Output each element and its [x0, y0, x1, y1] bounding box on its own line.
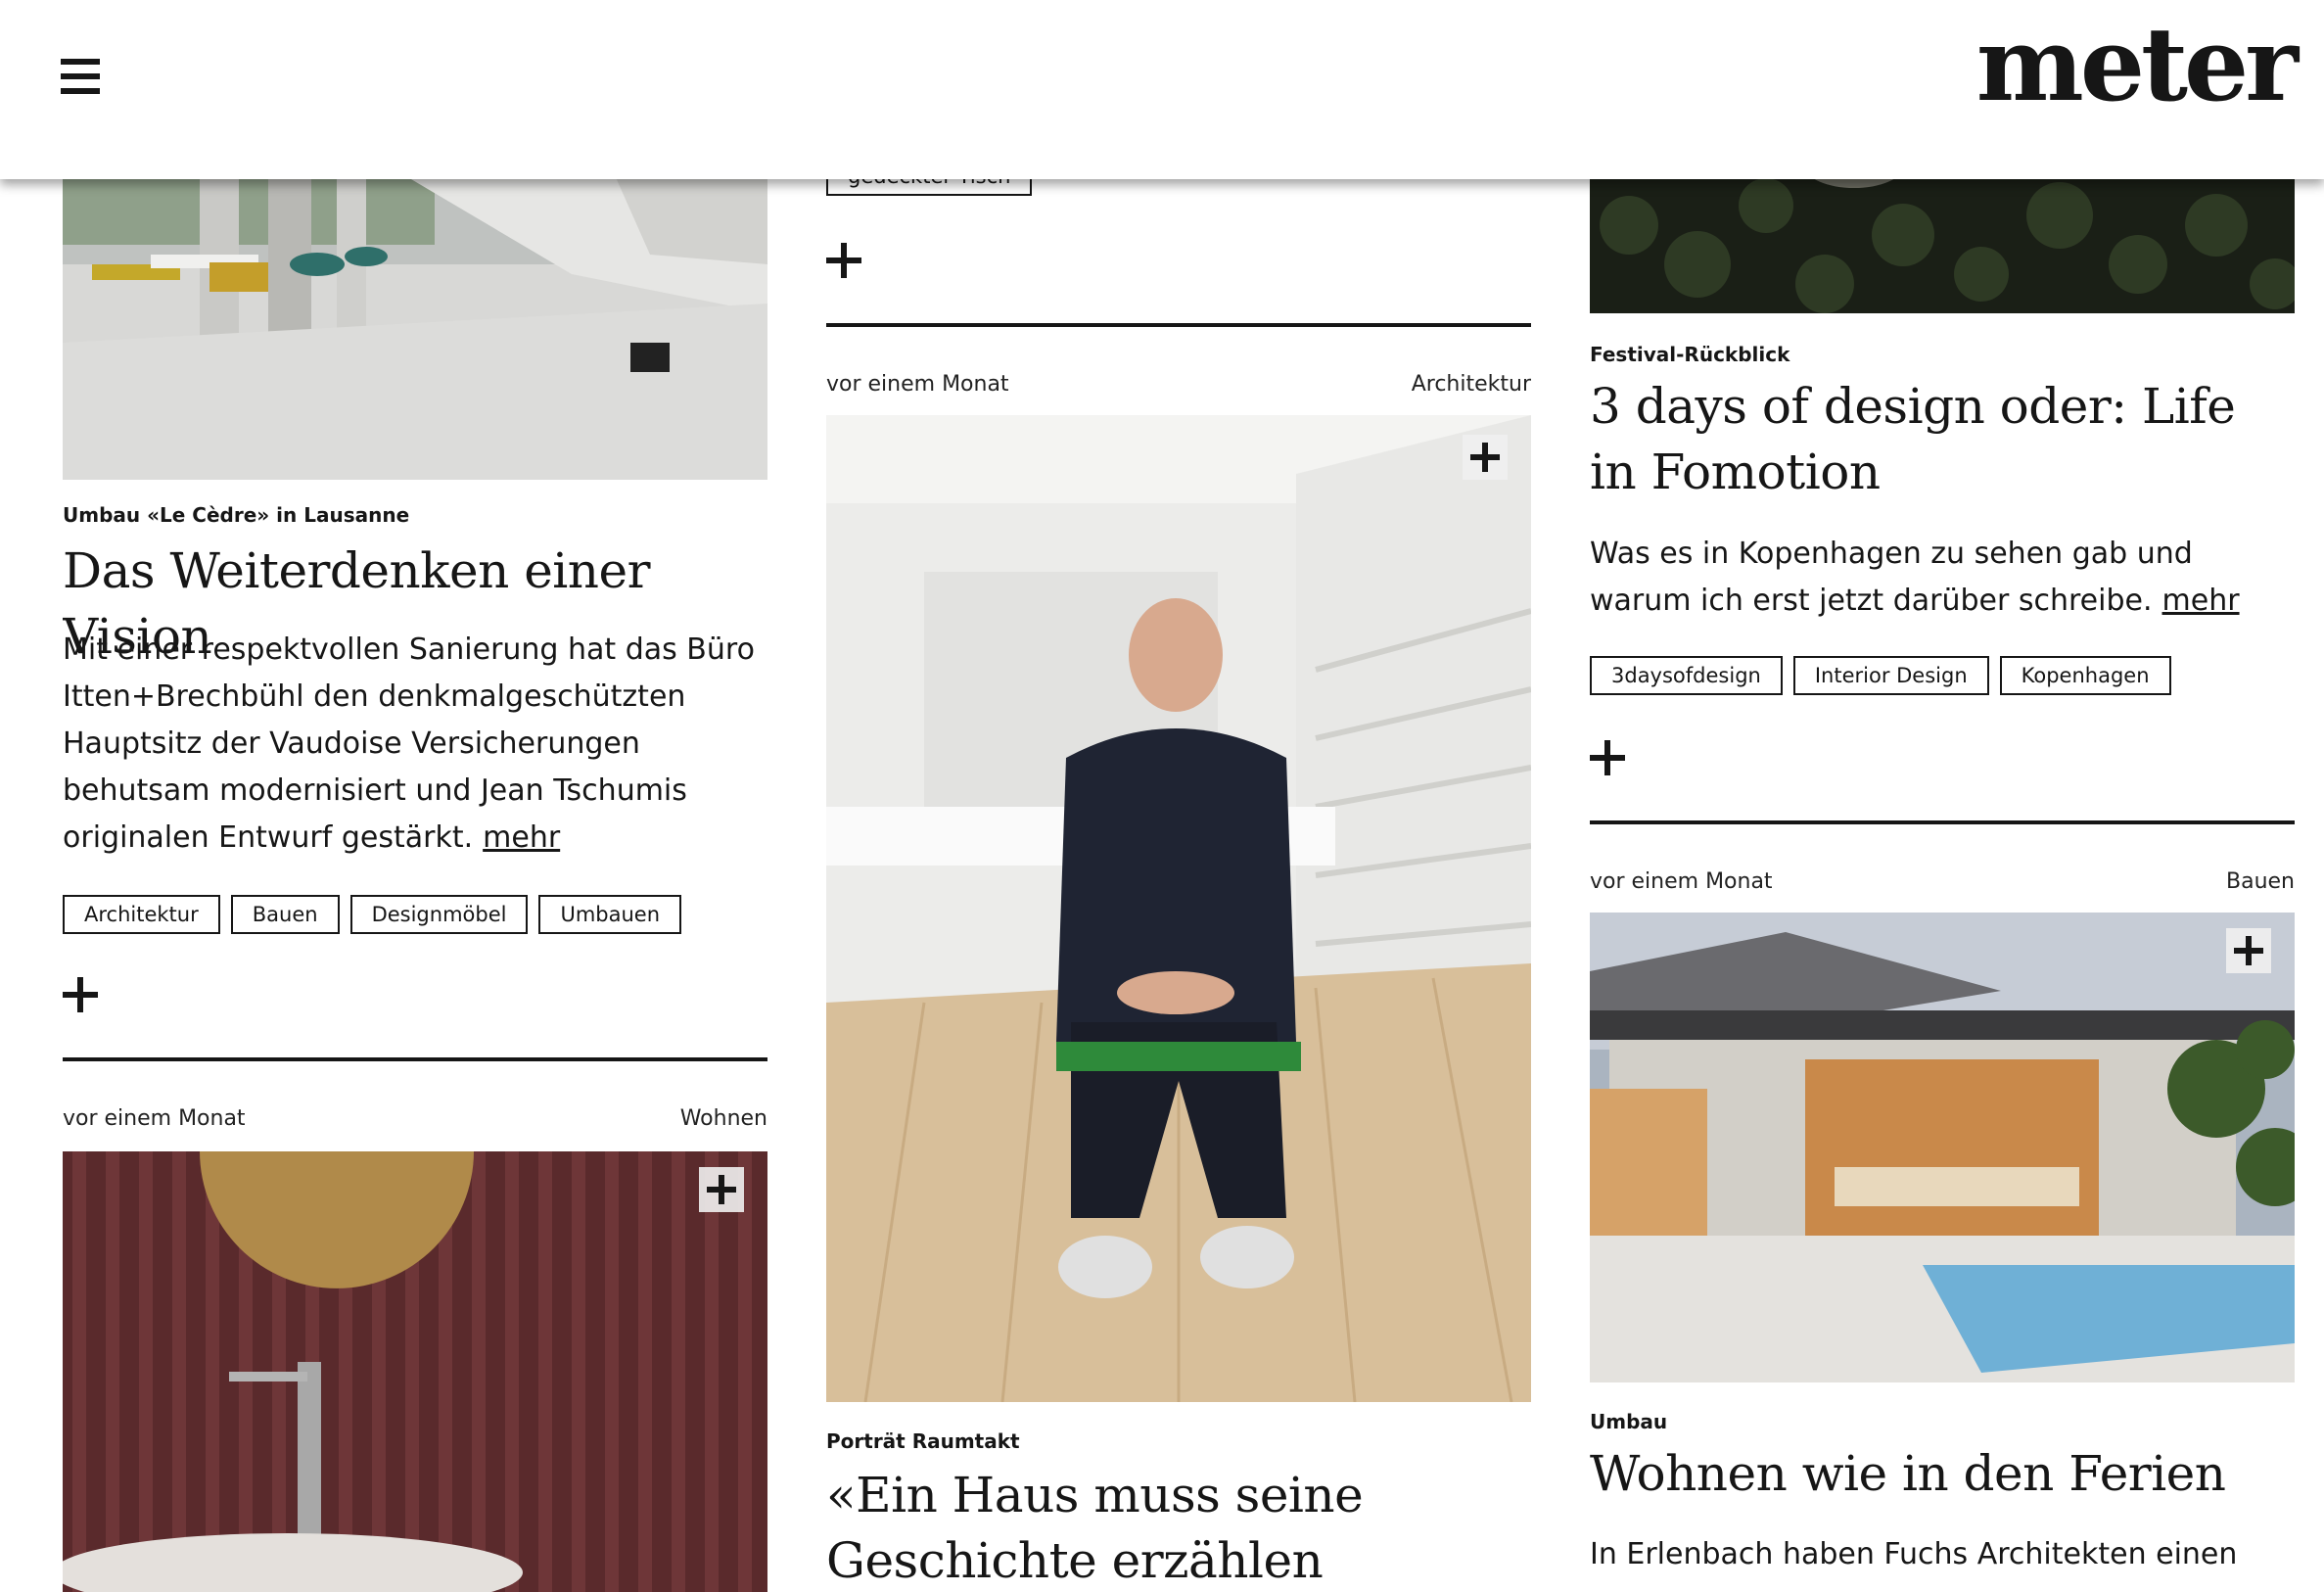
more-link[interactable]: mehr — [483, 820, 560, 855]
divider — [826, 323, 1531, 327]
article-teaser: Mit einer respektvollen Sanierung hat da… — [63, 627, 767, 862]
tag-list: Architektur Bauen Designmöbel Umbauen — [63, 895, 682, 934]
hamburger-menu-icon[interactable] — [61, 59, 100, 94]
save-plus-icon[interactable] — [699, 1167, 744, 1212]
article-title[interactable]: «Ein Haus muss seine Geschichte erzählen… — [826, 1463, 1531, 1592]
tag-umbauen[interactable]: Umbauen — [538, 895, 682, 934]
article-title[interactable]: Wohnen wie in den Ferien — [1590, 1441, 2295, 1507]
article-teaser: Was es in Kopenhagen zu sehen gab und wa… — [1590, 531, 2295, 625]
save-plus-icon[interactable] — [2226, 928, 2271, 973]
more-link[interactable]: mehr — [2162, 584, 2240, 618]
article-image-lobby[interactable] — [63, 147, 767, 480]
tag-bauen[interactable]: Bauen — [230, 895, 340, 934]
article-teaser-text: Was es in Kopenhagen zu sehen gab und wa… — [1590, 537, 2193, 618]
article-kicker: Porträt Raumtakt — [826, 1429, 1020, 1453]
expand-plus-icon[interactable] — [63, 977, 98, 1012]
article-date: vor einem Monat — [1590, 869, 1773, 894]
tag-architektur[interactable]: Architektur — [63, 895, 220, 934]
site-logo[interactable]: meter — [1976, 14, 2299, 116]
article-image-bathroom[interactable] — [63, 1151, 767, 1592]
tag-designmoebel[interactable]: Designmöbel — [349, 895, 529, 934]
tag-interior-design[interactable]: Interior Design — [1792, 656, 1989, 695]
article-title[interactable]: 3 days of design oder: Life in Fomotion — [1590, 374, 2295, 505]
article-category[interactable]: Wohnen — [680, 1106, 767, 1131]
site-header: meter — [0, 0, 2324, 179]
article-image-pavilion[interactable] — [1590, 913, 2295, 1382]
column-right: Festival-Rückblick 3 days of design oder… — [1590, 0, 2295, 1592]
article-teaser-text: Mit einer respektvollen Sanierung hat da… — [63, 632, 755, 855]
article-date: vor einem Monat — [826, 372, 1009, 397]
article-kicker: Umbau — [1590, 1410, 1668, 1433]
divider — [63, 1057, 767, 1061]
tag-3daysofdesign[interactable]: 3daysofdesign — [1590, 656, 1783, 695]
tag-kopenhagen[interactable]: Kopenhagen — [1999, 656, 2171, 695]
article-kicker: Festival-Rückblick — [1590, 343, 1790, 366]
tag-list: 3daysofdesign Interior Design Kopenhagen — [1590, 656, 2171, 695]
article-category[interactable]: Architektur — [1412, 372, 1531, 397]
article-teaser-text: In Erlenbach haben Fuchs Architekten ein… — [1590, 1537, 2238, 1571]
article-image-portrait[interactable] — [826, 415, 1531, 1402]
expand-plus-icon[interactable] — [1590, 740, 1625, 775]
article-category[interactable]: Bauen — [2226, 869, 2295, 894]
expand-plus-icon[interactable] — [826, 243, 861, 278]
article-teaser: In Erlenbach haben Fuchs Architekten ein… — [1590, 1531, 2295, 1578]
divider — [1590, 820, 2295, 824]
article-date: vor einem Monat — [63, 1106, 246, 1131]
column-middle: gedeckter Tisch vor einem Monat Architek… — [826, 0, 1531, 1592]
column-left: Umbau «Le Cèdre» in Lausanne Das Weiterd… — [63, 0, 767, 1592]
save-plus-icon[interactable] — [1463, 435, 1508, 480]
article-kicker: Umbau «Le Cèdre» in Lausanne — [63, 503, 410, 527]
